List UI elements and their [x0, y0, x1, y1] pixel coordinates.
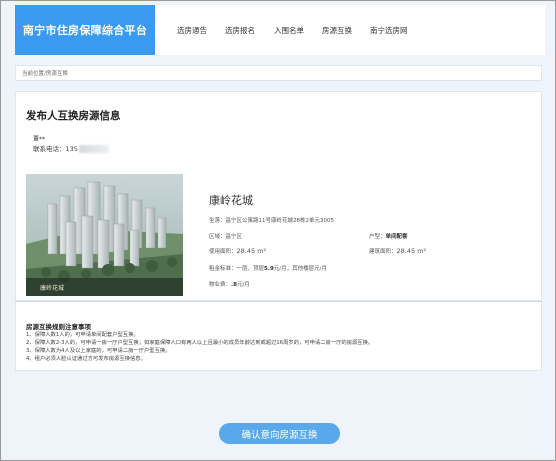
property-fee: 物业费：.8元/月 — [209, 280, 250, 288]
address-label: 坐落： — [209, 218, 226, 224]
page-title: 发布人互换房源信息 — [26, 110, 121, 122]
property-fee-label: 物业费： — [209, 282, 232, 288]
nav-item-announcement[interactable]: 选房通告 — [177, 25, 207, 36]
type-label: 户型： — [369, 234, 386, 240]
rule-item: 2、保障人数2-3人的，可申请一房一厅户型互换；如家庭保障人口有两人以上且最小的… — [26, 340, 374, 346]
district-value: 邕宁区 — [225, 234, 243, 240]
rent-floors: 一层、顶层 — [236, 266, 265, 272]
browser-frame: 南宁市住房保障综合平台 选房通告 选房报名 入围名单 房源互换 南宁选房网 当前… — [0, 0, 556, 461]
listing-panel: 发布人互换房源信息 覃** 联系电话：135 康岭花城 康岭花城 坐落：邕宁区公… — [15, 91, 542, 301]
site-header: 南宁市住房保障综合平台 选房通告 选房报名 入围名单 房源互换 南宁选房网 — [15, 5, 545, 55]
rent-label: 租金标准： — [209, 266, 237, 272]
address-value: 邕宁区公寓路11号康岭花城28栋2单元3005 — [225, 218, 335, 224]
nav-item-house-swap[interactable]: 房源互换 — [322, 25, 352, 36]
nav-item-nanning-housing-site[interactable]: 南宁选房网 — [370, 25, 408, 36]
swap-rules-section: 房源互换规则注意事项 1、保障人数1人的，可申请单间配套户型互换。 2、保障人数… — [15, 301, 542, 371]
nav-item-registration[interactable]: 选房报名 — [225, 25, 255, 36]
contact-phone: 联系电话：135 — [33, 143, 109, 153]
contact-phone-label: 联系电话： — [33, 145, 66, 153]
rule-item: 4、租户必须人脸认证通过方可发布房源互换信息。 — [26, 356, 146, 362]
property-rendering-image: 康岭花城 — [26, 174, 183, 296]
building-area-label: 建筑面积： — [369, 249, 397, 255]
rule-item: 3、保障人数为4人及以上家庭的，可申请二房一厅户型互换。 — [26, 348, 171, 354]
rule-item: 1、保障人数1人的，可申请单间配套户型互换。 — [26, 332, 139, 338]
contact-name: 覃** — [33, 136, 46, 143]
usable-area-value: 28.45 m² — [236, 247, 267, 255]
breadcrumb: 当前位置/房源互换 — [15, 65, 542, 81]
nav-item-shortlist[interactable]: 入围名单 — [274, 25, 304, 36]
phone-redaction-blur — [78, 145, 109, 153]
usable-area-label: 使用面积： — [209, 249, 237, 255]
rent-other: 元/月，其他楼层元/月 — [273, 266, 327, 272]
property-building-area: 建筑面积：28.45 m² — [369, 247, 426, 255]
brand-logo[interactable]: 南宁市住房保障综合平台 — [15, 5, 155, 55]
property-photo: 康岭花城 — [26, 174, 183, 296]
building-area-value: 28.45 m² — [396, 247, 427, 255]
photo-caption: 康岭花城 — [40, 284, 64, 292]
property-rent: 租金标准：一层、顶层5.9元/月，其他楼层元/月 — [209, 264, 327, 272]
type-value: 单间配套 — [385, 234, 408, 240]
property-address: 坐落：邕宁区公寓路11号康岭花城28栋2单元3005 — [209, 216, 334, 224]
confirm-swap-button[interactable]: 确认意向房源互换 — [219, 423, 340, 444]
district-label: 区域： — [209, 234, 226, 240]
property-type: 户型：单间配套 — [369, 232, 408, 240]
property-district: 区域：邕宁区 — [209, 232, 242, 240]
property-usable-area: 使用面积：28.45 m² — [209, 247, 266, 255]
property-name: 康岭花城 — [209, 194, 253, 207]
rent-value: 5.9 — [264, 266, 274, 272]
property-fee-unit: 元/月 — [236, 282, 250, 288]
contact-phone-number: 135 — [65, 145, 78, 153]
main-nav: 选房通告 选房报名 入围名单 房源互换 南宁选房网 — [177, 5, 426, 55]
